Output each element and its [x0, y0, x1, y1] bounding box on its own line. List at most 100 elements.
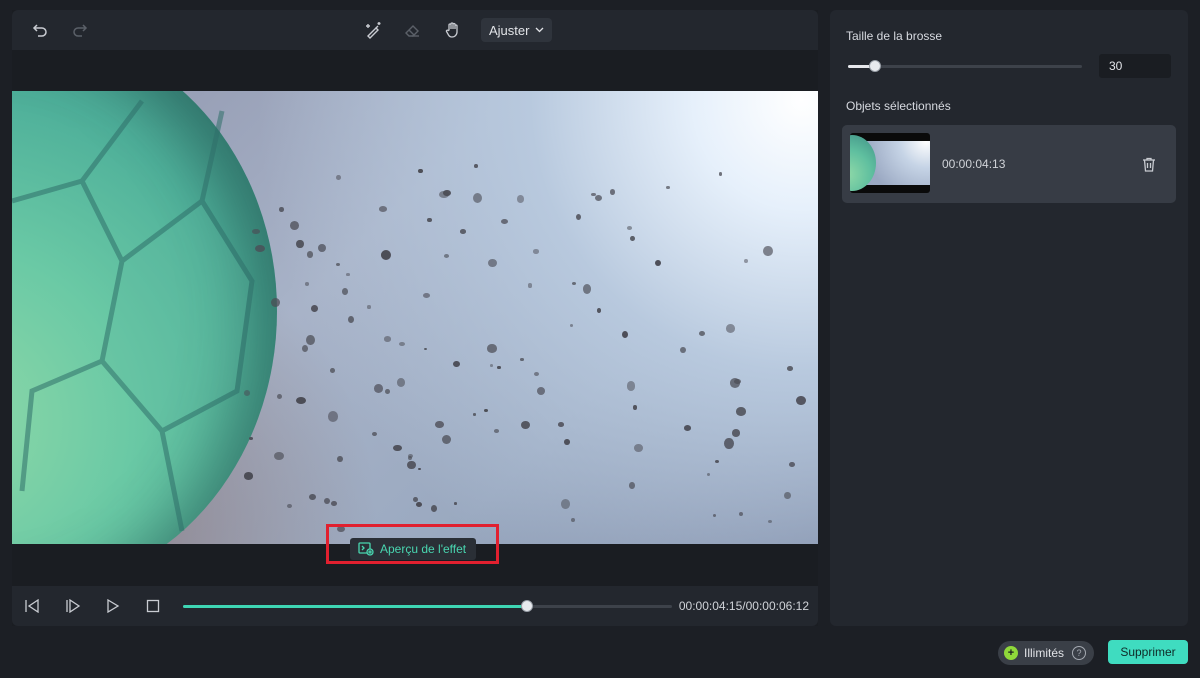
debris-particle	[328, 411, 339, 422]
debris-particle	[305, 282, 310, 286]
playback-progress-handle[interactable]	[521, 600, 534, 612]
remove-button[interactable]: Supprimer	[1108, 640, 1188, 664]
debris-particle	[274, 451, 285, 460]
debris-particle	[335, 262, 340, 267]
debris-particle	[763, 245, 773, 257]
debris-particle	[277, 394, 283, 400]
debris-particle	[286, 503, 293, 509]
debris-particle	[243, 472, 253, 480]
debris-particle	[296, 239, 304, 249]
debris-particle	[596, 307, 602, 313]
debris-particle	[718, 171, 723, 176]
video-preview[interactable]	[12, 91, 818, 544]
debris-particle	[336, 174, 342, 180]
debris-particle	[318, 243, 327, 253]
debris-particle	[439, 191, 450, 199]
debris-particle	[472, 412, 477, 416]
debris-particle	[634, 444, 643, 453]
debris-particle	[626, 226, 633, 231]
play-icon[interactable]	[103, 596, 123, 616]
debris-particle	[323, 497, 331, 505]
debris-particle	[453, 360, 461, 368]
debris-particle	[341, 288, 348, 295]
debris-particle	[413, 496, 418, 502]
fit-dropdown[interactable]: Ajuster	[481, 18, 553, 42]
debris-particle	[431, 505, 438, 512]
debris-particle	[743, 258, 748, 264]
unlimited-label: Illimités	[1024, 646, 1065, 660]
debris-particle	[572, 282, 577, 286]
undo-icon[interactable]	[28, 18, 52, 42]
debris-particle	[346, 273, 350, 277]
fit-label: Ajuster	[489, 22, 530, 38]
brush-size-input[interactable]	[1099, 54, 1171, 78]
debris-particle	[331, 501, 337, 507]
playback-controls: 00:00:04:15/00:00:06:12	[12, 586, 818, 626]
next-frame-icon[interactable]	[63, 596, 83, 616]
debris-particle	[767, 519, 773, 523]
selected-object-item[interactable]: 00:00:04:13	[842, 125, 1176, 203]
debris-particle	[665, 185, 670, 190]
help-icon[interactable]: ?	[1072, 646, 1087, 660]
smart-brush-icon[interactable]	[361, 18, 385, 42]
debris-particle	[699, 331, 706, 337]
debris-particle	[311, 305, 319, 313]
debris-particle	[416, 502, 423, 508]
unlimited-badge[interactable]: + Illimités ?	[998, 641, 1095, 665]
debris-particle	[626, 381, 636, 391]
debris-particle	[789, 462, 795, 468]
brush-size-label: Taille de la brosse	[846, 29, 943, 43]
debris-particle	[501, 218, 508, 224]
debris-particle	[443, 253, 450, 259]
debris-particle	[295, 396, 306, 404]
brush-size-slider[interactable]	[848, 60, 1082, 72]
debris-particle	[534, 371, 540, 376]
debris-particle	[453, 502, 458, 506]
stop-icon[interactable]	[143, 596, 163, 616]
debris-particle	[520, 358, 524, 361]
debris-particle	[385, 388, 390, 394]
debris-particle	[371, 431, 377, 437]
debris-particle	[564, 439, 570, 445]
playback-progress-bar[interactable]	[183, 600, 672, 612]
debris-particle	[712, 513, 717, 518]
debris-particle	[380, 249, 391, 260]
debris-particle	[610, 189, 616, 195]
debris-particle	[270, 297, 281, 308]
debris-particle	[330, 368, 336, 374]
soccer-ball-image	[12, 91, 277, 544]
debris-particle	[730, 378, 741, 388]
debris-particle	[393, 444, 402, 451]
eraser-icon[interactable]	[400, 18, 424, 42]
debris-particle	[494, 429, 500, 433]
effect-preview-button[interactable]: Aperçu de l'effet	[350, 538, 477, 560]
debris-particle	[632, 405, 637, 410]
debris-particle	[725, 324, 736, 333]
previous-frame-icon[interactable]	[22, 596, 42, 616]
debris-particle	[784, 491, 792, 500]
object-timecode: 00:00:04:13	[942, 157, 1006, 171]
trash-icon[interactable]	[1140, 155, 1158, 173]
debris-particle	[459, 229, 467, 234]
selected-objects-label: Objets sélectionnés	[846, 99, 951, 113]
effect-preview-label: Aperçu de l'effet	[380, 542, 467, 556]
debris-particle	[252, 228, 260, 234]
preview-panel: Ajuster Aperçu de l'effet 00:00:04:15/00…	[12, 10, 818, 626]
debris-particle	[497, 365, 501, 370]
debris-particle	[731, 429, 740, 437]
redo-icon[interactable]	[68, 18, 92, 42]
debris-particle	[309, 493, 317, 500]
debris-particle	[427, 217, 432, 223]
brush-size-handle[interactable]	[868, 60, 881, 72]
hand-icon[interactable]	[441, 18, 465, 42]
debris-particle	[484, 409, 488, 413]
debris-particle	[347, 316, 355, 324]
debris-particle	[557, 422, 565, 427]
debris-particle	[474, 164, 478, 168]
playback-timecode: 00:00:04:15/00:00:06:12	[678, 599, 809, 613]
object-thumbnail	[850, 133, 930, 193]
debris-particle	[374, 384, 384, 393]
chevron-down-icon	[536, 27, 544, 33]
debris-particle	[306, 251, 314, 258]
debris-particle	[301, 344, 309, 352]
